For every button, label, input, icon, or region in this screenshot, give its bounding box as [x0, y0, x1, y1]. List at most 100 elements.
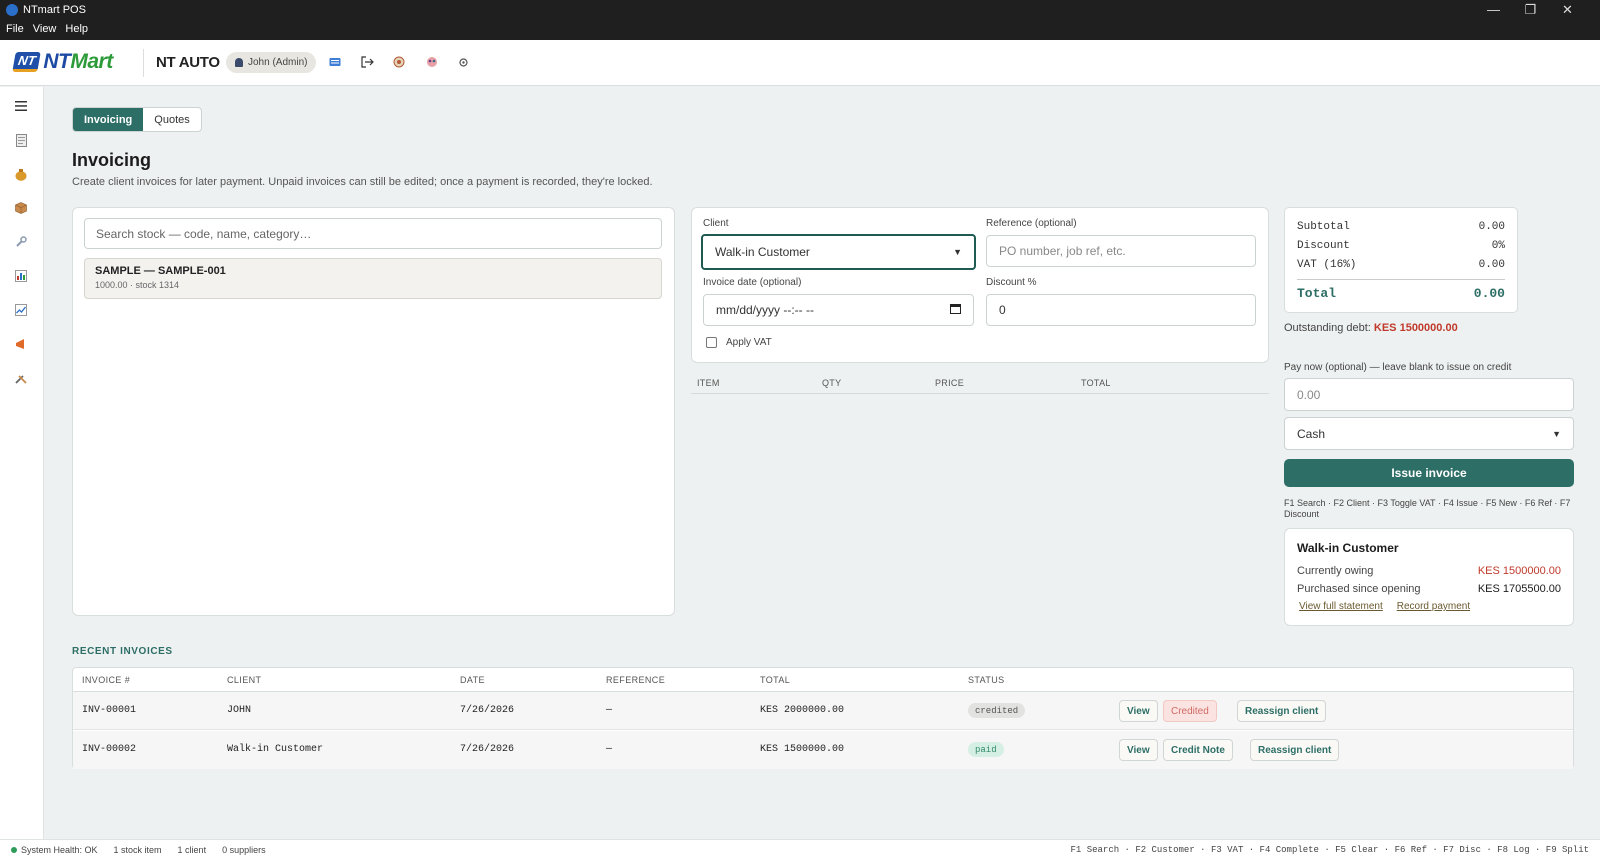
apply-vat-checkbox[interactable] [706, 337, 717, 348]
payment-method-select[interactable]: Cash ▼ [1284, 417, 1574, 450]
totals-divider [1297, 279, 1505, 280]
sidebar [0, 87, 44, 839]
outstanding-debt-value: KES 1500000.00 [1373, 322, 1458, 334]
col-reference: REFERENCE [606, 675, 666, 685]
restore-icon[interactable]: ❐ [1512, 2, 1549, 18]
col-total: TOTAL [1081, 378, 1111, 388]
backup-icon[interactable] [392, 55, 406, 69]
invoice-client: JOHN [227, 705, 252, 716]
supplier-count: 0 suppliers [222, 845, 266, 855]
theme-icon[interactable] [425, 55, 439, 69]
tab-invoicing[interactable]: Invoicing [73, 108, 144, 131]
status-left: System Health: OK 1 stock item 1 client … [11, 845, 266, 855]
invoice-client: Walk-in Customer [227, 744, 324, 755]
stock-search-placeholder: Search stock — code, name, category… [96, 226, 312, 241]
table-row: INV-00001 JOHN 7/26/2026 — KES 2000000.0… [73, 692, 1573, 730]
owing-label: Currently owing [1297, 565, 1374, 577]
user-badge[interactable]: John (Admin) [226, 52, 317, 73]
subtotal-row: Subtotal 0.00 [1297, 221, 1505, 233]
subtotal-value: 0.00 [1478, 221, 1505, 233]
purchased-value: KES 1705500.00 [1477, 583, 1561, 595]
invoice-total: KES 2000000.00 [760, 705, 845, 716]
mode-tabs: Invoicing Quotes [72, 107, 202, 132]
reassign-client-button[interactable]: Reassign client [1250, 739, 1340, 761]
vat-value: 0.00 [1478, 259, 1505, 271]
chevron-down-icon: ▼ [953, 247, 962, 257]
health-dot-icon [11, 847, 17, 853]
line-chart-icon[interactable] [12, 301, 30, 319]
pay-now-label: Pay now (optional) — leave blank to issu… [1284, 362, 1512, 373]
global-shortcuts: F1 Search · F2 Customer · F3 VAT · F4 Co… [1070, 845, 1589, 855]
user-icon [235, 58, 243, 67]
page-title: Invoicing [72, 150, 152, 170]
invoice-date: 7/26/2026 [460, 744, 515, 755]
system-health: System Health: OK [11, 845, 98, 855]
menu-view[interactable]: View [33, 23, 57, 35]
record-payment-link[interactable]: Record payment [1397, 601, 1470, 612]
stock-count: 1 stock item [113, 845, 162, 855]
user-name: John (Admin) [248, 57, 308, 68]
stock-search-input[interactable]: Search stock — code, name, category… [84, 218, 662, 249]
recent-table-header: INVOICE # CLIENT DATE REFERENCE TOTAL ST… [73, 668, 1573, 692]
bar-chart-icon[interactable] [12, 267, 30, 285]
client-select-value: Walk-in Customer [715, 245, 810, 259]
discount-total-value: 0% [1491, 240, 1505, 252]
status-bar: System Health: OK 1 stock item 1 client … [0, 839, 1600, 860]
wrench-icon[interactable] [12, 233, 30, 251]
owing-value: KES 1500000.00 [1477, 565, 1561, 577]
menu-toggle-icon[interactable] [12, 97, 30, 115]
reassign-client-button[interactable]: Reassign client [1237, 700, 1327, 722]
discount-value: 0 [999, 303, 1006, 317]
receipt-icon[interactable] [12, 131, 30, 149]
invoice-number: INV-00001 [82, 705, 137, 716]
keyboard-icon[interactable] [328, 55, 342, 69]
discount-row: Discount 0% [1297, 240, 1505, 252]
menu-file[interactable]: File [6, 23, 24, 35]
stock-item-meta: 1000.00 · stock 1314 [95, 280, 180, 290]
discount-label: Discount % [986, 277, 1037, 288]
invoice-shortcuts: F1 Search · F2 Client · F3 Toggle VAT · … [1284, 498, 1571, 519]
stock-list-item[interactable]: SAMPLE — SAMPLE-001 1000.00 · stock 1314 [84, 258, 662, 299]
reference-input[interactable]: PO number, job ref, etc. [986, 235, 1256, 267]
recent-invoices-table: INVOICE # CLIENT DATE REFERENCE TOTAL ST… [72, 667, 1574, 769]
settings-icon[interactable] [456, 55, 470, 69]
calendar-icon[interactable] [950, 303, 961, 317]
box-icon[interactable] [12, 199, 30, 217]
purchased-row: Purchased since opening KES 1705500.00 [1297, 583, 1561, 595]
total-value: 0.00 [1473, 286, 1505, 301]
pay-amount-input[interactable]: 0.00 [1284, 378, 1574, 411]
close-icon[interactable]: ✕ [1549, 2, 1586, 18]
invoice-date-input[interactable]: mm/dd/yyyy --:-- -- [703, 294, 974, 326]
page-subtitle: Create client invoices for later payment… [72, 176, 653, 188]
col-date: DATE [460, 675, 485, 685]
owing-row: Currently owing KES 1500000.00 [1297, 565, 1561, 577]
items-table-header: ITEM QTY PRICE TOTAL [691, 374, 1269, 394]
view-button[interactable]: View [1119, 700, 1158, 722]
credited-button[interactable]: Credited [1163, 700, 1217, 722]
col-item: ITEM [697, 378, 720, 388]
client-select[interactable]: Walk-in Customer ▼ [701, 234, 976, 270]
tools-icon[interactable] [12, 369, 30, 387]
view-statement-link[interactable]: View full statement [1299, 601, 1383, 612]
credit-note-button[interactable]: Credit Note [1163, 739, 1233, 761]
vat-row: VAT (16%) 0.00 [1297, 259, 1505, 271]
window-title: NTmart POS [23, 4, 86, 16]
tab-quotes[interactable]: Quotes [143, 108, 200, 131]
view-button[interactable]: View [1119, 739, 1158, 761]
minimize-icon[interactable]: — [1475, 2, 1512, 18]
logo-word: NTMart [43, 50, 113, 73]
recent-invoices-title: RECENT INVOICES [72, 646, 173, 657]
money-bag-icon[interactable] [12, 165, 30, 183]
invoice-number: INV-00002 [82, 744, 137, 755]
status-badge: credited [968, 703, 1026, 718]
col-total: TOTAL [760, 675, 791, 685]
discount-input[interactable]: 0 [986, 294, 1256, 326]
issue-invoice-button[interactable]: Issue invoice [1284, 459, 1574, 487]
menu-bar: File View Help [6, 23, 88, 35]
megaphone-icon[interactable] [12, 335, 30, 353]
col-price: PRICE [935, 378, 965, 388]
logout-icon[interactable] [360, 55, 374, 69]
invoice-reference: — [606, 705, 613, 716]
window-titlebar: NTmart POS File View Help — ❐ ✕ [0, 0, 1600, 40]
menu-help[interactable]: Help [65, 23, 88, 35]
